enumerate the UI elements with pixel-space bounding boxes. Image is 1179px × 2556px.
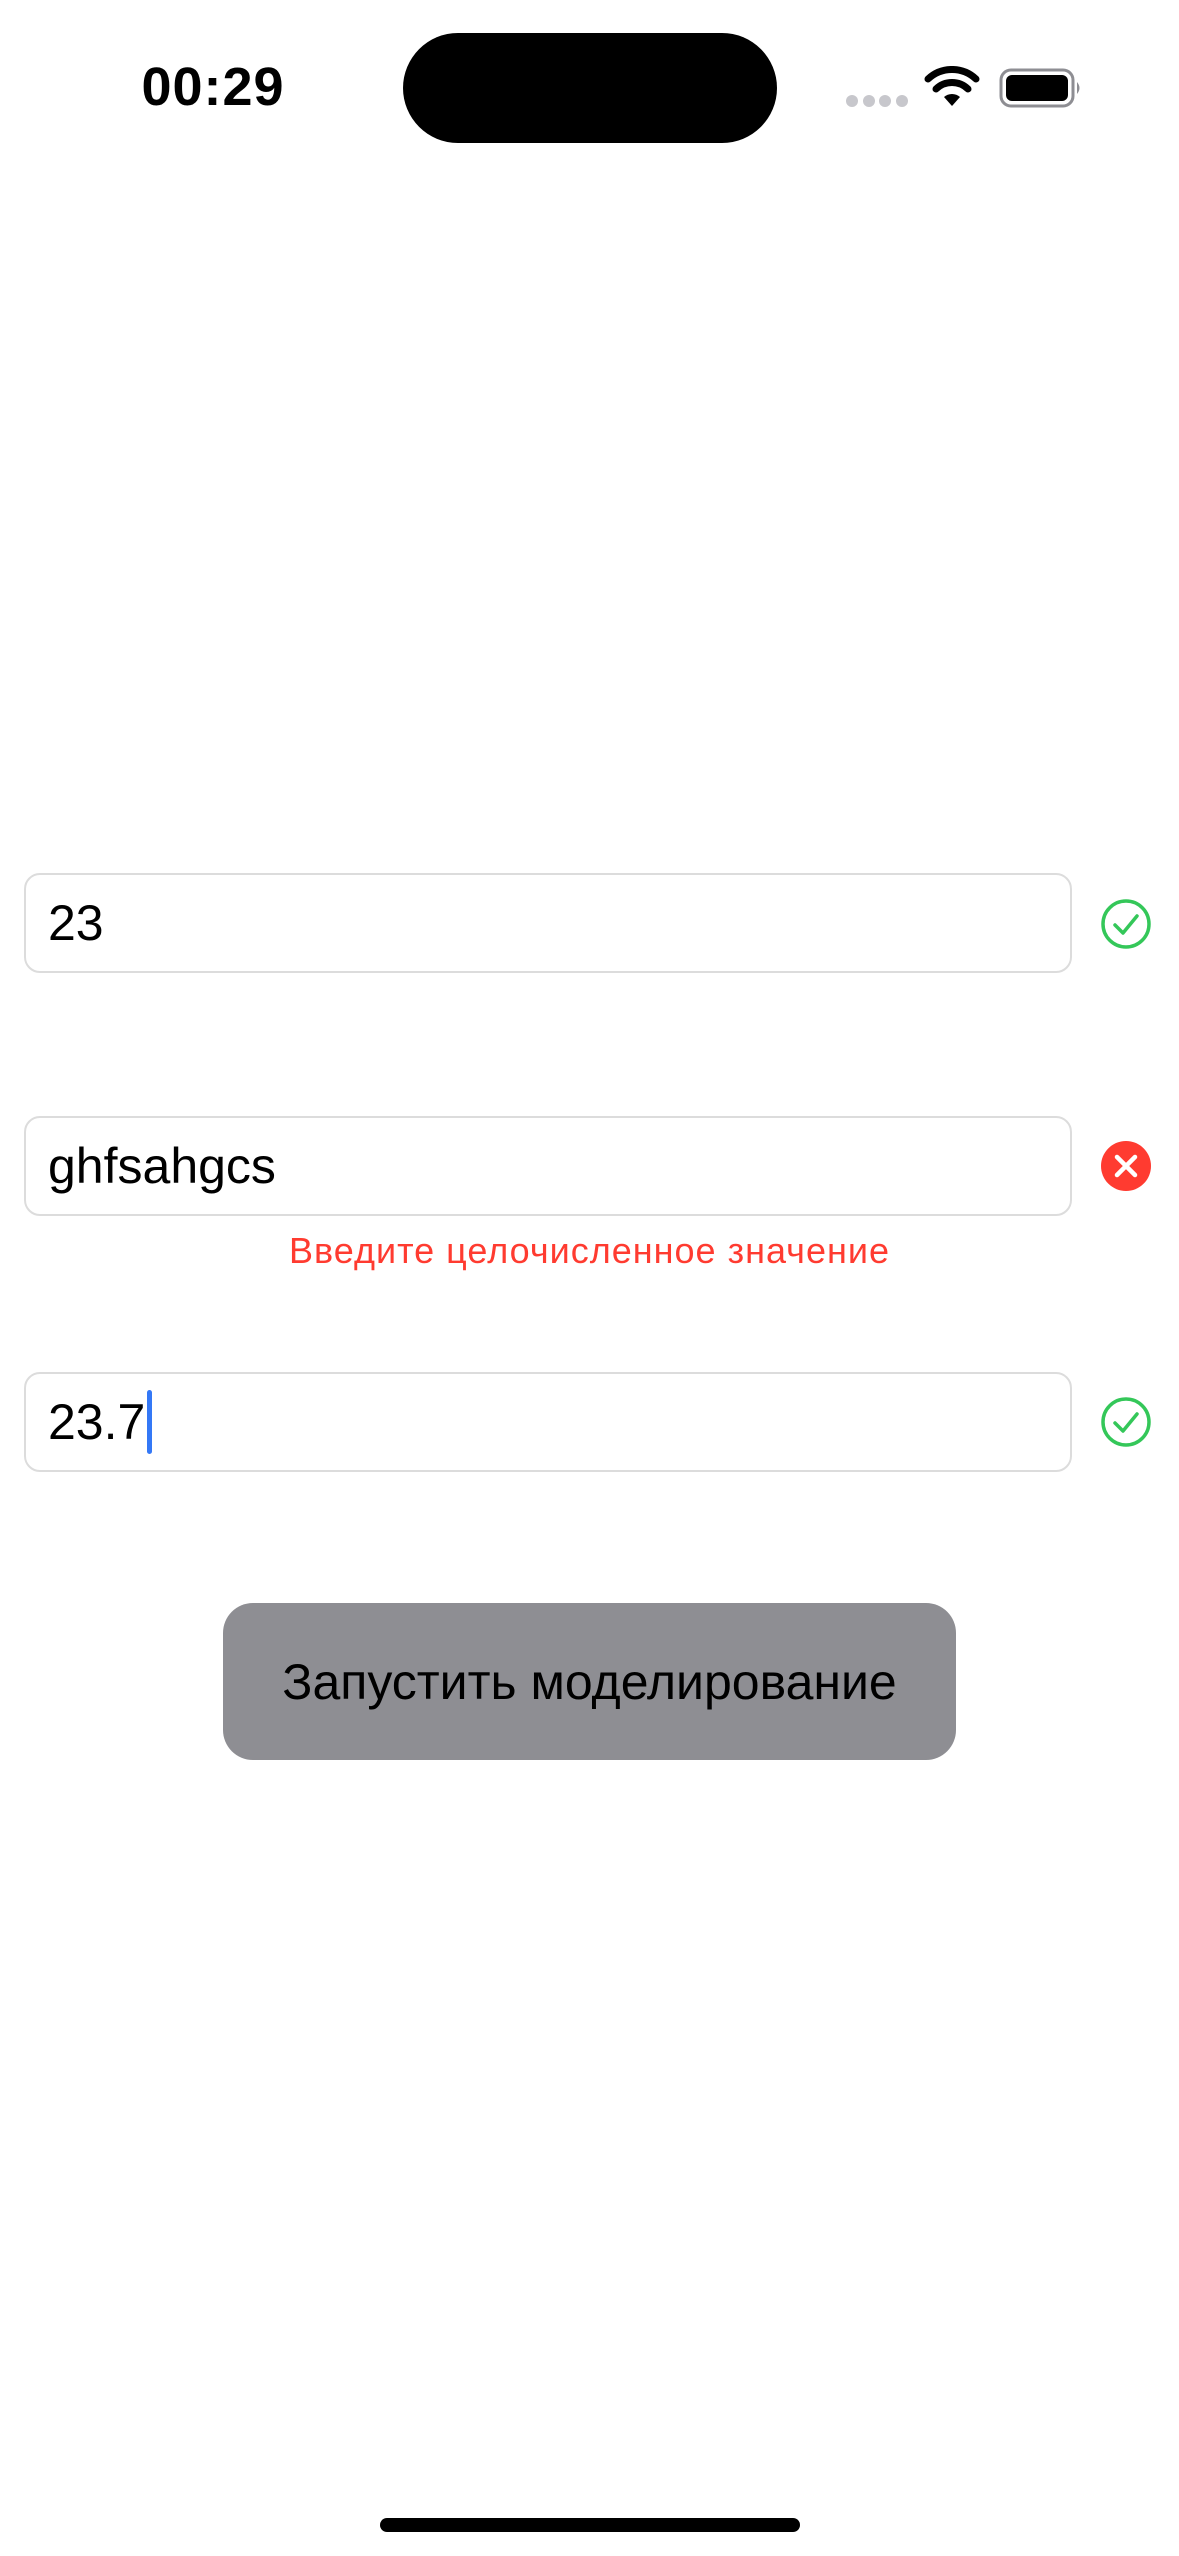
input-value: ghfsahgcs [48,1138,276,1194]
x-circle-icon [1101,1141,1151,1191]
checkmark-circle-icon [1101,899,1151,949]
input-value: 23.7 [48,1394,146,1450]
wifi-icon [924,66,980,106]
number-input-1[interactable]: 23 [24,873,1072,973]
validation-error-message: Введите целочисленное значение [289,1230,890,1271]
run-simulation-button[interactable]: Запустить моделирование [223,1603,956,1760]
text-cursor [147,1390,153,1454]
dynamic-island [403,33,777,143]
home-indicator[interactable] [380,2518,800,2532]
battery-icon [999,68,1080,108]
number-input-3[interactable]: 23.7 [24,1372,1072,1472]
input-value: 23 [48,895,104,951]
cellular-icon [846,95,908,107]
number-input-2[interactable]: ghfsahgcs [24,1116,1072,1216]
status-bar-time: 00:29 [141,57,285,117]
checkmark-circle-icon [1101,1397,1151,1447]
